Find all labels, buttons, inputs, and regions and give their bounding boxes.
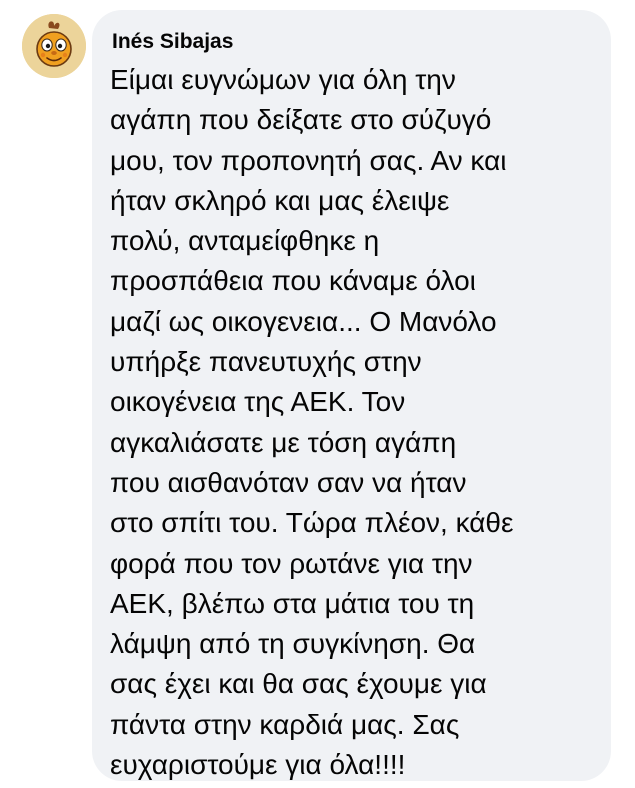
comment-text-line: πολύ, ανταμείφθηκε η (110, 225, 380, 257)
comment-text-line: ΑΕΚ, βλέπω στα μάτια του τη (110, 587, 475, 619)
comment: Inés Sibajas Είμαι ευγνώμων για όλη την … (0, 0, 635, 788)
comment-bubble: Inés Sibajas Είμαι ευγνώμων για όλη την … (92, 10, 611, 781)
comment-text-line: μαζί ως οικογενεια... Ο Μανόλο (110, 305, 497, 337)
comment-author[interactable]: Inés Sibajas (112, 28, 601, 56)
comment-text-line: πάντα στην καρδιά μας. Σας (110, 708, 460, 740)
comment-text-line: υπήρξε πανευτυχής στην (110, 346, 422, 378)
comment-text-line: αγκαλιάσατε με τόση αγάπη (110, 426, 457, 458)
comment-text-line: ευχαριστούμε για όλα!!!! (110, 749, 406, 781)
avatar[interactable] (22, 14, 86, 78)
comment-text-line: οικογένεια της ΑΕΚ. Τον (110, 386, 406, 418)
comment-text-line: Είμαι ευγνώμων για όλη την (110, 64, 456, 95)
comment-text-line: μου, τον προπονητή σας. Αν και (110, 144, 507, 176)
comment-text-line: σας έχει και θα σας έχουμε για (110, 668, 487, 700)
comment-text-line: που αισθανόταν σαν να ήταν (110, 466, 467, 498)
comment-text-line: στο σπίτι του. Τώρα πλέον, κάθε (110, 507, 514, 539)
comment-text: Είμαι ευγνώμων για όλη την αγάπη που δεί… (110, 60, 601, 785)
comment-text-line: ήταν σκληρό και μας έλειψε (110, 184, 450, 216)
cartoon-bee-avatar-icon (22, 14, 86, 78)
comment-text-line: φορά που τον ρωτάνε για την (110, 547, 473, 579)
comment-text-line: λάμψη από τη συγκίνηση. Θα (110, 628, 476, 660)
comment-text-line: αγάπη που δείξατε στο σύζυγό (110, 104, 492, 136)
comment-text-line: προσπάθεια που κάναμε όλοι (110, 265, 476, 297)
